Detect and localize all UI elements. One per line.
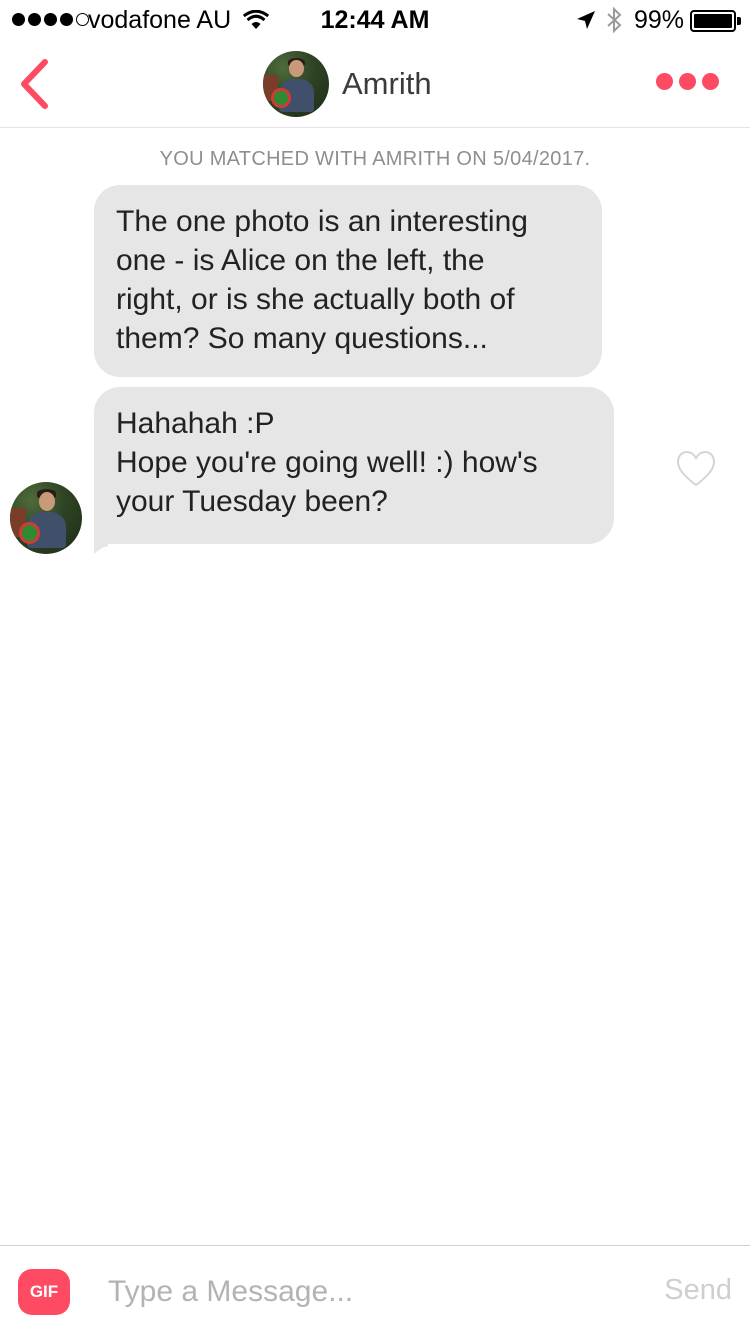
message-bubble[interactable]: Hahahah :P Hope you're going well! :) ho… (94, 387, 614, 544)
message-bubble[interactable]: The one photo is an interesting one - is… (94, 185, 602, 377)
chat-header: Amrith (0, 40, 750, 128)
more-dot (679, 72, 696, 90)
back-button[interactable] (12, 54, 62, 114)
message-line: one - is Alice on the left, the (116, 244, 485, 277)
message-composer: GIF Send (0, 1245, 750, 1334)
avatar-photo (10, 482, 82, 554)
location-arrow-icon (577, 11, 595, 29)
message-line: them? So many questions... (116, 322, 488, 355)
profile-avatar[interactable] (263, 51, 329, 117)
chevron-left-icon (21, 59, 48, 109)
message-line: your Tuesday been? (116, 485, 388, 518)
match-notice: YOU MATCHED WITH AMRITH ON 5/04/2017. (159, 148, 591, 170)
heart-icon (676, 450, 716, 487)
status-bar: vodafone AU 12:44 AM 99% (0, 0, 750, 40)
bluetooth-icon (607, 6, 622, 34)
like-message-button[interactable] (676, 450, 716, 488)
message-line: right, or is she actually both of (116, 283, 515, 316)
send-button[interactable]: Send (664, 1274, 732, 1307)
battery-icon (690, 10, 742, 32)
message-input[interactable] (98, 1266, 618, 1318)
message-line: Hahahah :P (116, 407, 275, 440)
message-line: The one photo is an interesting (116, 205, 528, 238)
message-line: Hope you're going well! :) how's (116, 446, 538, 479)
sender-avatar[interactable] (10, 482, 82, 554)
battery-percentage: 99% (634, 6, 685, 34)
gif-button[interactable]: GIF (18, 1269, 70, 1315)
more-dot (702, 72, 719, 90)
bubble-tail (94, 536, 108, 554)
match-name[interactable]: Amrith (342, 66, 432, 102)
more-dots-icon (656, 72, 673, 90)
more-options-button[interactable] (656, 66, 722, 96)
avatar-photo (263, 51, 329, 117)
